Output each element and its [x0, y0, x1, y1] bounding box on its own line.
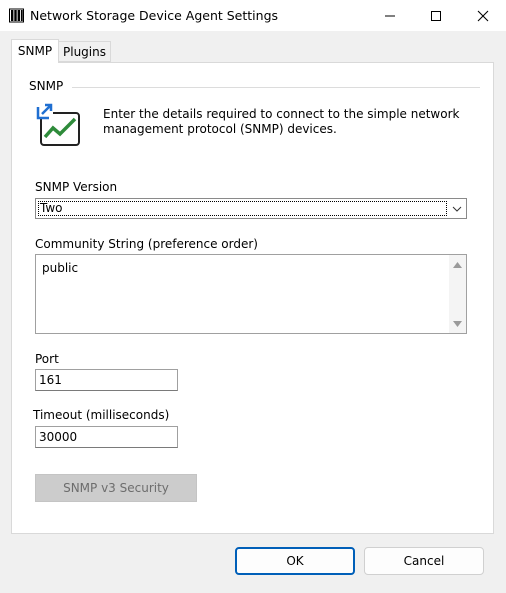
snmp-group-label: SNMP [29, 79, 64, 93]
tab-plugins[interactable]: Plugins [59, 41, 111, 62]
scroll-up-icon[interactable] [453, 262, 462, 268]
book-stack-icon [9, 8, 24, 23]
settings-window: Network Storage Device Agent Settings SN… [0, 0, 506, 593]
minimize-button[interactable] [367, 0, 413, 31]
community-string-label: Community String (preference order) [35, 237, 258, 251]
close-button[interactable] [460, 0, 506, 31]
minimize-icon [385, 15, 395, 16]
community-string-value: public [42, 261, 79, 275]
chevron-down-icon[interactable] [450, 201, 464, 216]
scroll-down-icon[interactable] [453, 321, 462, 327]
close-icon [477, 10, 489, 21]
ok-button[interactable]: OK [235, 547, 355, 575]
maximize-icon [431, 10, 441, 21]
window-title: Network Storage Device Agent Settings [30, 8, 279, 23]
title-bar[interactable]: Network Storage Device Agent Settings [0, 0, 506, 31]
port-label: Port [35, 352, 59, 366]
intro-description: Enter the details required to connect to… [103, 107, 460, 136]
timeout-input[interactable]: 30000 [35, 426, 178, 448]
tab-snmp[interactable]: SNMP [11, 39, 59, 63]
timeout-label: Timeout (milliseconds) [33, 408, 170, 422]
community-string-field[interactable]: public [35, 254, 467, 334]
group-divider [72, 87, 480, 88]
snmp-version-label: SNMP Version [35, 180, 118, 194]
focus-rect [38, 201, 447, 216]
snmp-version-select[interactable]: Two [35, 198, 467, 219]
snmp-chart-icon [36, 102, 80, 146]
cancel-button[interactable]: Cancel [364, 547, 484, 575]
maximize-button[interactable] [413, 0, 459, 31]
snmp-version-value: Two [40, 201, 63, 215]
port-input[interactable]: 161 [35, 369, 178, 391]
snmp-v3-security-button[interactable]: SNMP v3 Security [35, 474, 197, 502]
vertical-scrollbar[interactable] [449, 255, 466, 333]
